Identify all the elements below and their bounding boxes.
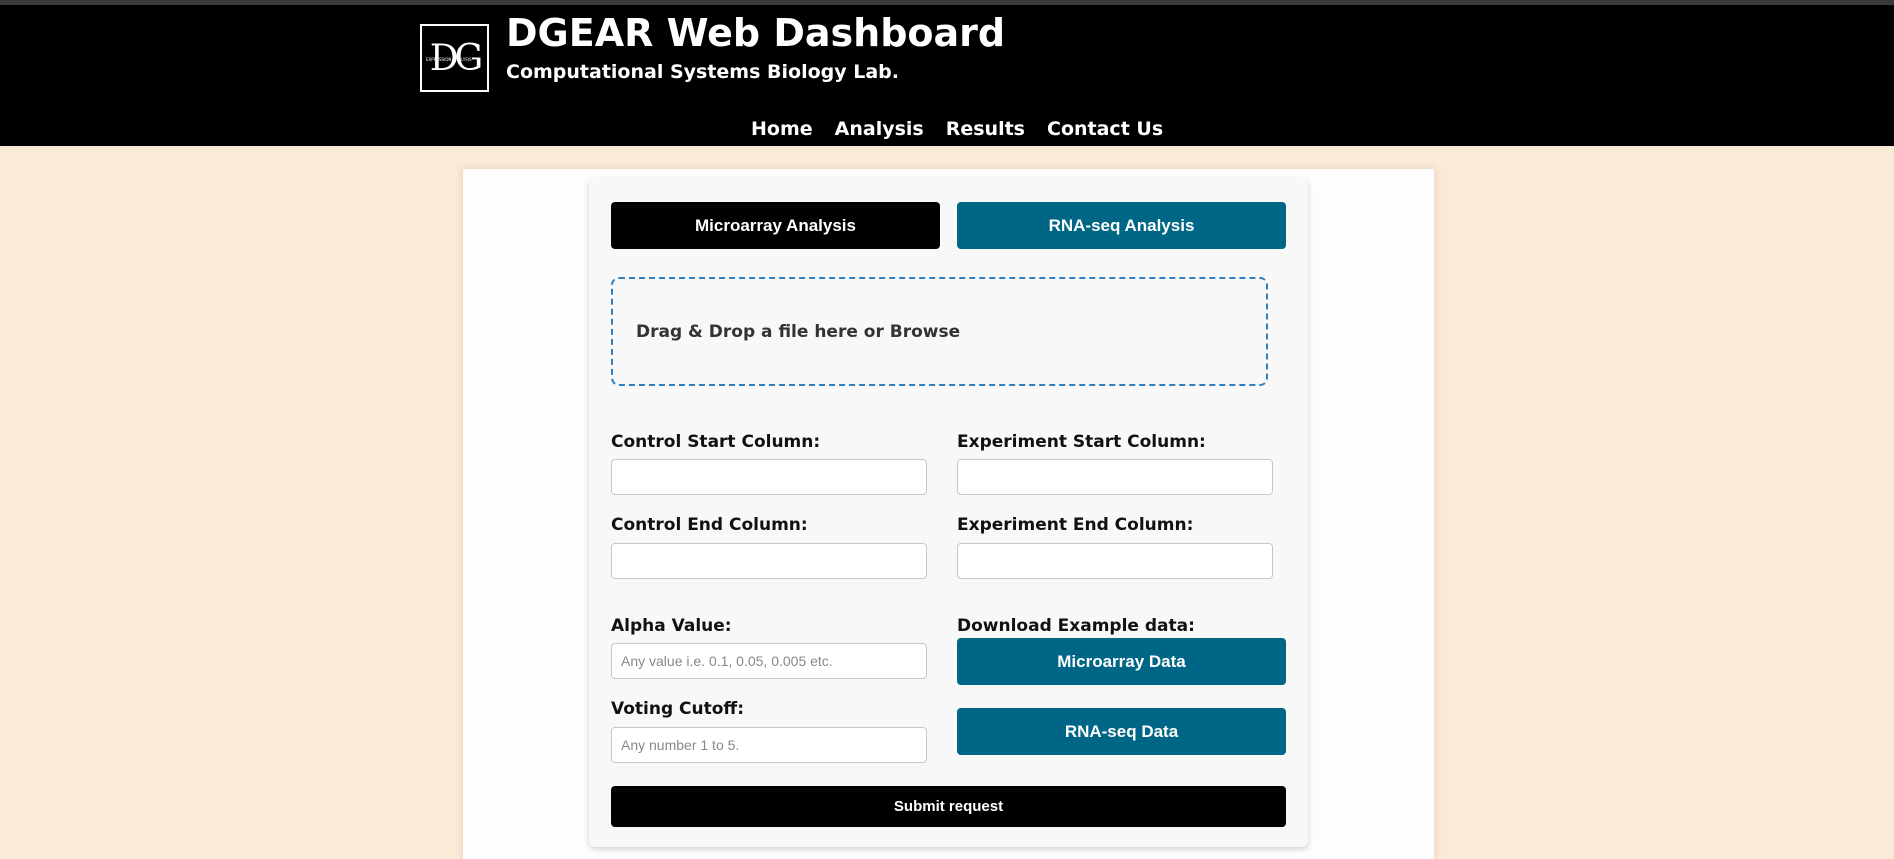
experiment-end-label: Experiment End Column: (957, 515, 1194, 535)
voting-cutoff-label: Voting Cutoff: (611, 699, 745, 719)
site-title: DGEAR Web Dashboard (506, 11, 1006, 55)
nav-analysis[interactable]: Analysis (835, 118, 924, 140)
submit-request-button[interactable]: Submit request (611, 786, 1286, 827)
control-end-label: Control End Column: (611, 515, 808, 535)
control-start-label: Control Start Column: (611, 432, 821, 452)
control-end-input[interactable] (611, 543, 927, 579)
experiment-start-label: Experiment Start Column: (957, 432, 1206, 452)
nav-home[interactable]: Home (751, 118, 813, 140)
experiment-end-input[interactable] (957, 543, 1273, 579)
rnaseq-analysis-tab[interactable]: RNA-seq Analysis (957, 202, 1286, 249)
control-start-input[interactable] (611, 459, 927, 495)
alpha-value-label: Alpha Value: (611, 616, 732, 636)
nav-contact-us[interactable]: Contact Us (1047, 118, 1163, 140)
site-header: DG EXPRESSION ANALYSIS DGEAR Web Dashboa… (0, 5, 1894, 146)
logo-small-text: EXPRESSION ANALYSIS (426, 57, 472, 62)
download-example-label: Download Example data: (957, 616, 1195, 636)
file-dropzone[interactable]: Drag & Drop a file here or Browse (611, 277, 1268, 386)
main-nav: Home Analysis Results Contact Us (751, 118, 1163, 140)
dropzone-text: Drag & Drop a file here or Browse (636, 321, 961, 342)
voting-cutoff-input[interactable] (611, 727, 927, 763)
site-subtitle: Computational Systems Biology Lab. (506, 61, 899, 83)
dg-logo[interactable]: DG EXPRESSION ANALYSIS (420, 24, 489, 92)
microarray-analysis-tab[interactable]: Microarray Analysis (611, 202, 940, 249)
microarray-data-button[interactable]: Microarray Data (957, 638, 1286, 685)
nav-results[interactable]: Results (946, 118, 1025, 140)
experiment-start-input[interactable] (957, 459, 1273, 495)
alpha-value-input[interactable] (611, 643, 927, 679)
rnaseq-data-button[interactable]: RNA-seq Data (957, 708, 1286, 755)
